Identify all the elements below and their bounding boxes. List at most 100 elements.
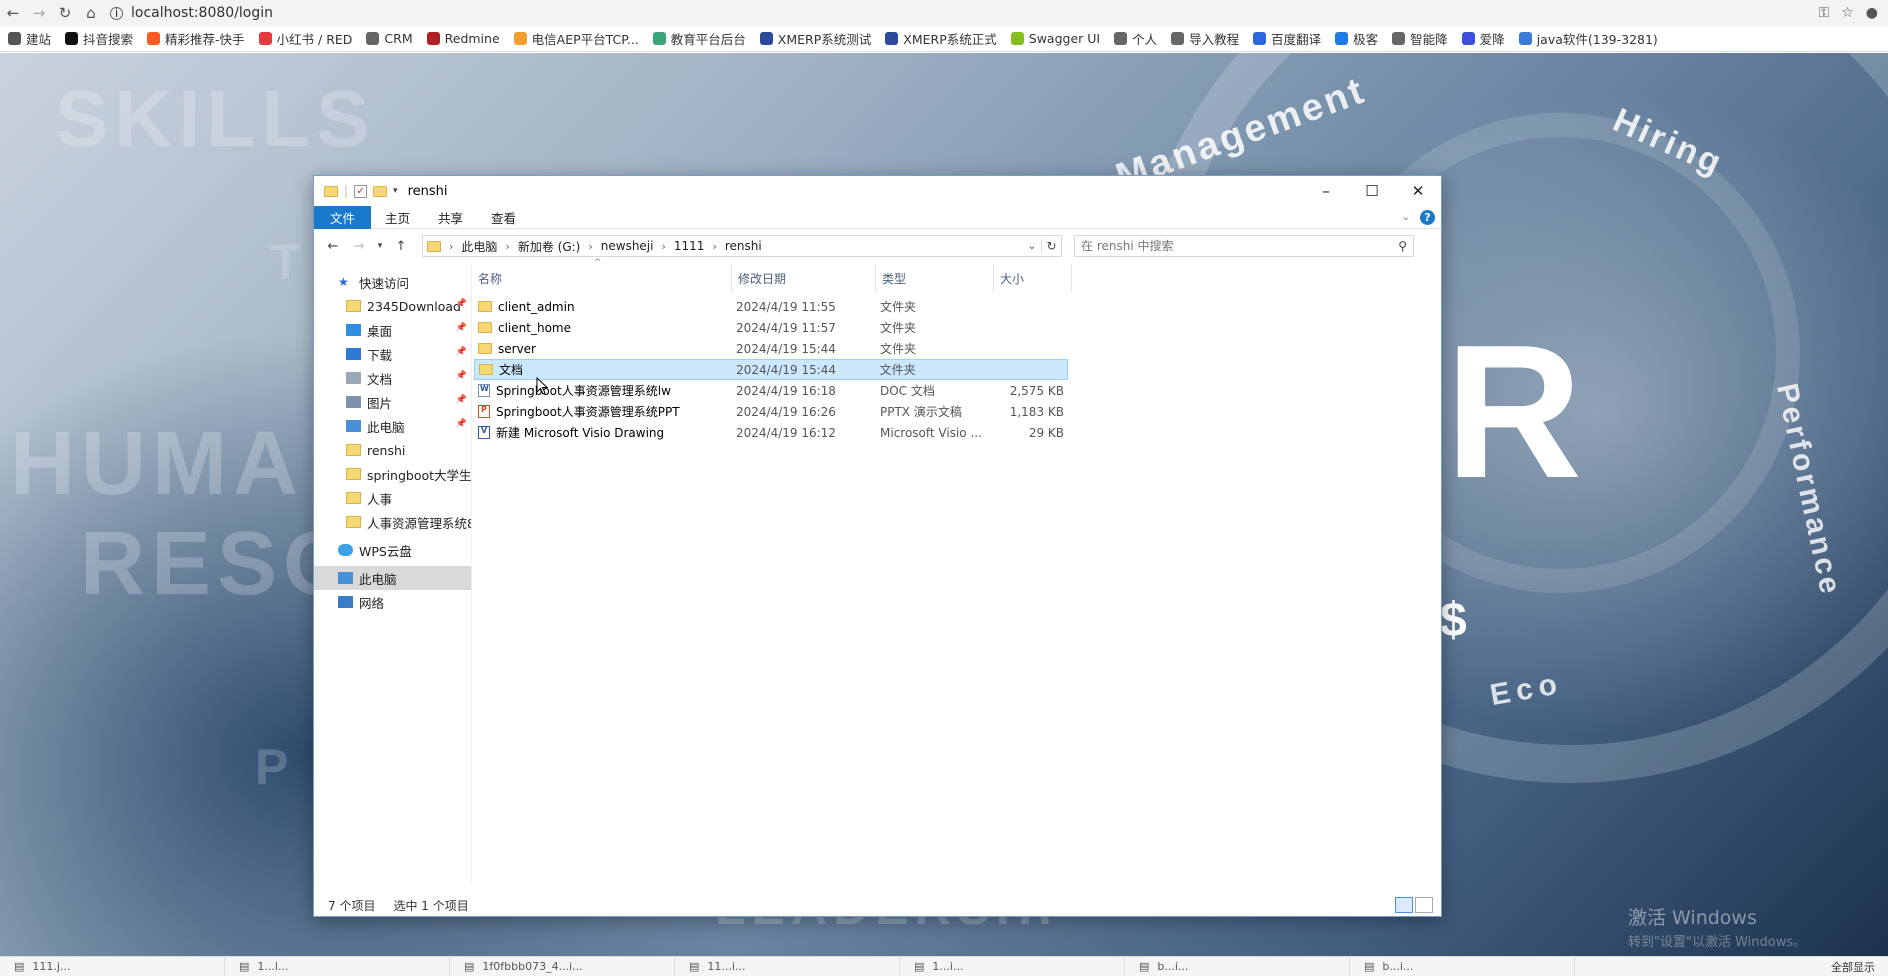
file-name-cell[interactable]: 新建 Microsoft Visio Drawing	[474, 424, 732, 441]
nav-pane-item[interactable]: 下载 📌	[314, 342, 471, 366]
details-view-button[interactable]	[1395, 897, 1413, 913]
pin-icon[interactable]: 📌	[456, 323, 467, 333]
pin-icon[interactable]: 📌	[456, 395, 467, 405]
column-size[interactable]: 大小	[994, 264, 1072, 292]
bookmark-item[interactable]: XMERP系统正式	[885, 29, 997, 48]
bookmark-item[interactable]: 智能降	[1392, 29, 1448, 48]
tab-home[interactable]: 主页	[371, 206, 424, 229]
tab-file[interactable]: 文件	[314, 205, 372, 229]
taskbar-download-item[interactable]: ▤ 111.j...	[0, 957, 225, 976]
taskbar-download-item[interactable]: ▤ b...i...	[1350, 957, 1575, 976]
nav-pane-item[interactable]: 文档 📌	[314, 366, 471, 390]
file-name-cell[interactable]: 文档	[475, 361, 732, 378]
breadcrumb-item[interactable]: renshi	[725, 239, 762, 253]
breadcrumb-item[interactable]: newsheji	[601, 239, 654, 253]
bookmark-item[interactable]: Swagger UI	[1010, 31, 1100, 46]
bookmark-item[interactable]: XMERP系统测试	[759, 29, 871, 48]
file-row[interactable]: 文档 2024/4/19 15:44 文件夹	[474, 359, 1068, 380]
search-box[interactable]: ⚲	[1074, 235, 1414, 257]
taskbar-download-item[interactable]: ▤ b...i...	[1125, 957, 1350, 976]
bookmark-item[interactable]: 电信AEP平台TCP...	[513, 29, 639, 48]
bookmark-item[interactable]: 个人	[1114, 29, 1157, 48]
bookmark-item[interactable]: 小红书 / RED	[258, 29, 352, 48]
key-icon[interactable]: ⚿	[1819, 5, 1830, 21]
pin-icon[interactable]: 📌	[456, 371, 467, 381]
info-icon[interactable]: i	[110, 6, 123, 20]
bookmark-item[interactable]: 建站	[8, 29, 51, 48]
column-name[interactable]: 名称	[472, 264, 732, 292]
nav-pane-item[interactable]: 网络	[314, 590, 471, 614]
bookmark-item[interactable]: 百度翻译	[1253, 29, 1321, 48]
maximize-button[interactable]: ☐	[1349, 176, 1395, 206]
tab-share[interactable]: 共享	[424, 206, 477, 229]
nav-pane-item[interactable]: 此电脑 📌	[314, 414, 471, 438]
taskbar-download-item[interactable]: ▤ 1...i...	[900, 957, 1125, 976]
url-text[interactable]: localhost:8080/login	[131, 5, 273, 21]
properties-icon[interactable]: ✓	[354, 184, 368, 198]
column-date[interactable]: 修改日期	[732, 264, 876, 292]
breadcrumb-separator[interactable]: ›	[588, 240, 592, 253]
search-input[interactable]	[1081, 239, 1399, 253]
file-row[interactable]: client_home 2024/4/19 11:57 文件夹	[474, 317, 1068, 338]
breadcrumb-separator[interactable]: ›	[661, 240, 665, 253]
close-button[interactable]: ✕	[1395, 176, 1441, 206]
breadcrumb-separator[interactable]: ›	[449, 240, 453, 253]
large-icons-view-button[interactable]	[1415, 897, 1433, 913]
file-row[interactable]: server 2024/4/19 15:44 文件夹	[474, 338, 1068, 359]
recent-locations-icon[interactable]: ▾	[374, 235, 386, 257]
nav-pane-item[interactable]: 人事资源管理系统8	[314, 510, 471, 534]
file-row[interactable]: Springboot人事资源管理系统PPT 2024/4/19 16:26 PPTX…	[474, 401, 1068, 422]
bookmark-item[interactable]: 极客	[1335, 29, 1378, 48]
refresh-icon[interactable]: ↻	[1041, 239, 1061, 253]
address-dropdown-icon[interactable]: ⌄	[1023, 241, 1041, 252]
pin-icon[interactable]: 📌	[456, 347, 467, 357]
nav-pane-item[interactable]: ★ 快速访问	[314, 270, 471, 294]
file-name-cell[interactable]: client_admin	[474, 300, 732, 314]
breadcrumb-item[interactable]: 此电脑	[461, 238, 497, 255]
expand-ribbon-icon[interactable]: ⌄	[1402, 212, 1410, 223]
home-icon[interactable]: ⌂	[78, 0, 104, 26]
account-icon[interactable]: ●	[1866, 5, 1878, 21]
bookmark-item[interactable]: Redmine	[426, 31, 500, 46]
nav-pane-item[interactable]: WPS云盘	[314, 538, 471, 562]
bookmark-item[interactable]: 抖音搜索	[65, 29, 133, 48]
up-button[interactable]: ↑	[390, 235, 412, 257]
chevron-down-icon[interactable]: ▾	[393, 186, 398, 196]
file-row[interactable]: client_admin 2024/4/19 11:55 文件夹	[474, 296, 1068, 317]
star-icon[interactable]: ☆	[1841, 5, 1854, 21]
nav-pane-item[interactable]: 桌面 📌	[314, 318, 471, 342]
nav-pane-item[interactable]: 此电脑	[314, 566, 471, 590]
taskbar-download-item[interactable]: ▤ 1...l...	[225, 957, 450, 976]
title-bar[interactable]: | ✓ ▾ renshi – ☐ ✕	[314, 176, 1441, 206]
nav-pane-item[interactable]: 2345Download 📌	[314, 294, 471, 318]
breadcrumb[interactable]: › 此电脑 › 新加卷 (G:) › newsheji › 1111 › ren…	[422, 235, 1062, 257]
pin-icon[interactable]: 📌	[456, 299, 467, 309]
forward-button[interactable]: →	[348, 235, 370, 257]
minimize-button[interactable]: –	[1303, 176, 1349, 206]
new-folder-icon[interactable]	[373, 185, 388, 197]
bookmark-item[interactable]: 导入教程	[1171, 29, 1239, 48]
nav-pane-item[interactable]: 人事	[314, 486, 471, 510]
breadcrumb-separator[interactable]: ›	[505, 240, 509, 253]
forward-arrow-icon[interactable]: →	[26, 0, 52, 26]
help-icon[interactable]: ?	[1420, 209, 1435, 225]
breadcrumb-item[interactable]: 新加卷 (G:)	[518, 238, 581, 255]
tab-view[interactable]: 查看	[477, 206, 530, 229]
file-name-cell[interactable]: client_home	[474, 321, 732, 335]
nav-pane-item[interactable]: springboot大学生:	[314, 462, 471, 486]
bookmark-item[interactable]: java软件(139-3281)	[1518, 29, 1658, 48]
bookmark-item[interactable]: 教育平台后台	[652, 29, 746, 48]
pin-icon[interactable]: 📌	[456, 419, 467, 429]
search-icon[interactable]: ⚲	[1398, 239, 1407, 253]
file-row[interactable]: Springboot人事资源管理系统lw 2024/4/19 16:18 DOC 文…	[474, 380, 1068, 401]
taskbar-download-item[interactable]: ▤ 1f0fbbb073_4...i...	[450, 957, 675, 976]
column-type[interactable]: 类型	[876, 264, 994, 292]
bookmark-item[interactable]: 精彩推荐-快手	[147, 29, 245, 48]
file-name-cell[interactable]: Springboot人事资源管理系统lw	[474, 382, 732, 399]
bookmark-item[interactable]: 爱降	[1461, 29, 1505, 48]
breadcrumb-separator[interactable]: ›	[712, 240, 716, 253]
file-row[interactable]: 新建 Microsoft Visio Drawing 2024/4/19 16:1…	[474, 422, 1068, 443]
taskbar-download-item[interactable]: ▤ 11...i...	[675, 957, 900, 976]
breadcrumb-item[interactable]: 1111	[674, 239, 705, 253]
file-name-cell[interactable]: Springboot人事资源管理系统PPT	[474, 403, 732, 420]
